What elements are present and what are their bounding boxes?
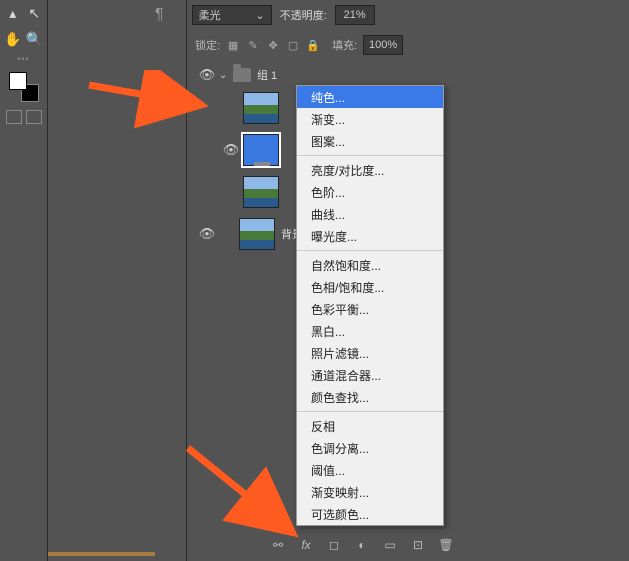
menu-selective-color[interactable]: 可选颜色... xyxy=(297,503,443,525)
adjustment-layer-icon[interactable]: ◐ xyxy=(354,537,370,553)
blend-mode-select[interactable]: 柔光 ⌄ xyxy=(192,5,272,25)
annotation-arrow xyxy=(84,70,214,130)
fill-input[interactable]: 100% xyxy=(363,35,403,55)
layer-thumbnail[interactable] xyxy=(243,176,279,208)
new-layer-icon[interactable]: ⊡ xyxy=(410,537,426,553)
menu-brightness[interactable]: 亮度/对比度... xyxy=(297,159,443,181)
zoom-tool[interactable]: 🔍 xyxy=(24,28,46,50)
fill-label: 填充: xyxy=(332,37,357,53)
lock-brush-icon[interactable]: ✎ xyxy=(246,38,260,52)
menu-pattern[interactable]: 图案... xyxy=(297,130,443,152)
quick-mask-icon[interactable] xyxy=(6,110,22,124)
menu-invert[interactable]: 反相 xyxy=(297,415,443,437)
lock-transparent-icon[interactable]: ▦ xyxy=(226,38,240,52)
menu-separator xyxy=(297,250,443,251)
menu-separator xyxy=(297,411,443,412)
menu-channel-mixer[interactable]: 通道混合器... xyxy=(297,364,443,386)
annotation-arrow xyxy=(178,438,308,548)
lock-move-icon[interactable]: ✥ xyxy=(266,38,280,52)
opacity-label: 不透明度: xyxy=(280,7,327,23)
menu-threshold[interactable]: 阈值... xyxy=(297,459,443,481)
menu-curves[interactable]: 曲线... xyxy=(297,203,443,225)
menu-gradient-map[interactable]: 渐变映射... xyxy=(297,481,443,503)
mask-icon[interactable]: ◻ xyxy=(326,537,342,553)
opacity-input[interactable]: 21% xyxy=(335,5,375,25)
chevron-down-icon[interactable]: ⌄ xyxy=(219,70,233,81)
left-toolbar: ▴ ↖ ✋ 🔍 ••• xyxy=(0,0,48,561)
layer-thumbnail[interactable] xyxy=(243,92,279,124)
folder-icon xyxy=(233,68,251,82)
chevron-down-icon: ⌄ xyxy=(255,9,264,22)
group-name[interactable]: 组 1 xyxy=(257,67,277,83)
menu-solid-color[interactable]: 纯色... xyxy=(297,86,443,108)
new-folder-icon[interactable]: ▭ xyxy=(382,537,398,553)
screen-mode-icon[interactable] xyxy=(26,110,42,124)
tool-overflow[interactable]: ••• xyxy=(0,52,47,66)
fg-bg-swatch[interactable] xyxy=(9,72,39,102)
adjustment-layer-menu: 纯色... 渐变... 图案... 亮度/对比度... 色阶... 曲线... … xyxy=(296,85,444,526)
menu-color-lookup[interactable]: 颜色查找... xyxy=(297,386,443,408)
menu-color-balance[interactable]: 色彩平衡... xyxy=(297,298,443,320)
options-bar: ¶ 柔光 ⌄ 不透明度: 21% xyxy=(155,3,629,27)
visibility-toggle[interactable]: 👁 xyxy=(219,142,243,158)
lock-artboard-icon[interactable]: ▢ xyxy=(286,38,300,52)
move-tool[interactable]: ▴ xyxy=(2,2,24,24)
paragraph-icon: ¶ xyxy=(155,6,164,24)
lock-label: 锁定: xyxy=(195,37,220,53)
lock-all-icon[interactable]: 🔒 xyxy=(306,38,320,52)
layer-thumbnail[interactable] xyxy=(239,218,275,250)
hand-tool[interactable]: ✋ xyxy=(2,28,24,50)
menu-exposure[interactable]: 曝光度... xyxy=(297,225,443,247)
menu-levels[interactable]: 色阶... xyxy=(297,181,443,203)
menu-separator xyxy=(297,155,443,156)
menu-vibrance[interactable]: 自然饱和度... xyxy=(297,254,443,276)
menu-photo-filter[interactable]: 照片滤镜... xyxy=(297,342,443,364)
menu-bw[interactable]: 黑白... xyxy=(297,320,443,342)
layer-thumbnail[interactable] xyxy=(243,134,279,166)
visibility-toggle[interactable]: 👁 xyxy=(195,226,219,242)
menu-posterize[interactable]: 色调分离... xyxy=(297,437,443,459)
layer-group[interactable]: 👁 ⌄ 组 1 xyxy=(195,63,435,87)
trash-icon[interactable]: 🗑 xyxy=(438,537,454,553)
menu-gradient[interactable]: 渐变... xyxy=(297,108,443,130)
blend-mode-value: 柔光 xyxy=(199,7,221,23)
foreground-color[interactable] xyxy=(9,72,27,90)
menu-hue-sat[interactable]: 色相/饱和度... xyxy=(297,276,443,298)
lock-bar: 锁定: ▦ ✎ ✥ ▢ 🔒 填充: 100% xyxy=(195,33,629,57)
path-select-tool[interactable]: ↖ xyxy=(24,2,46,24)
